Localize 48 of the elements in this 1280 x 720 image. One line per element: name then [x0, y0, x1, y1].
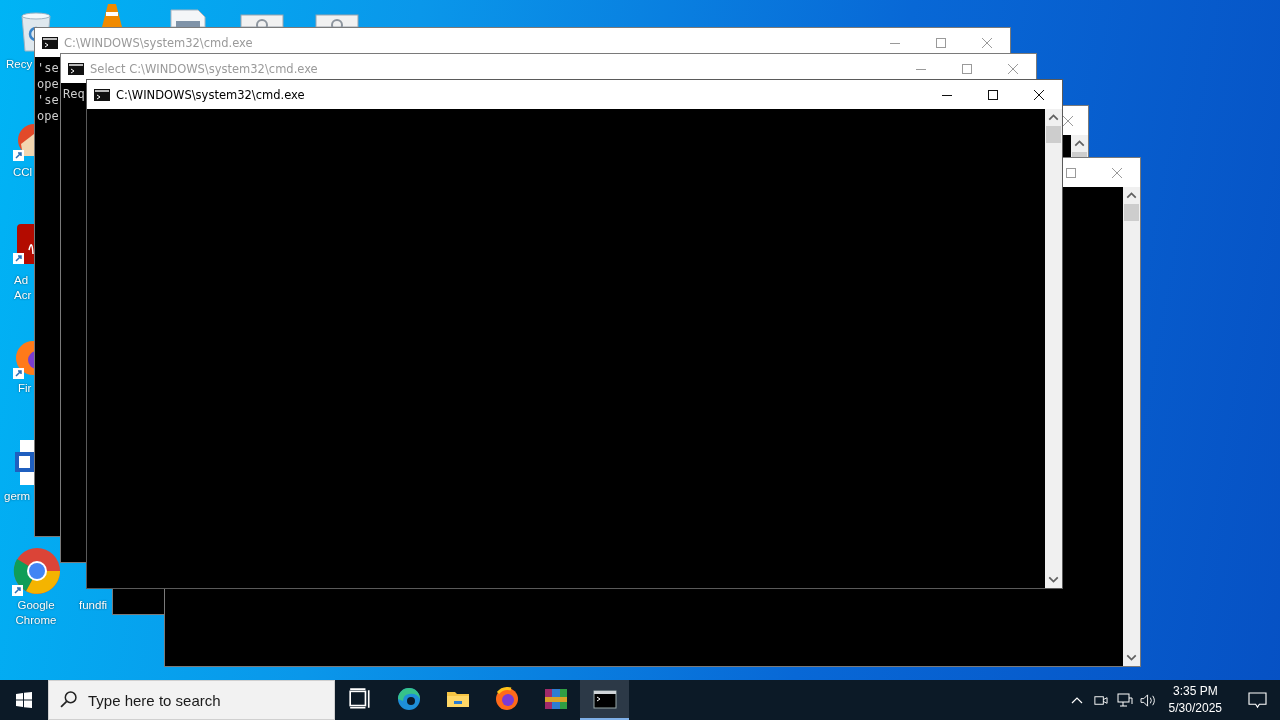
window-title: Select C:\WINDOWS\system32\cmd.exe — [90, 61, 318, 76]
chevron-up-icon[interactable] — [1070, 696, 1083, 704]
close-icon[interactable] — [1034, 89, 1044, 100]
console-icon — [592, 687, 617, 711]
search-field[interactable]: Type here to search — [48, 680, 335, 720]
firefox-icon — [494, 687, 519, 711]
window-title: C:\WINDOWS\system32\cmd.exe — [64, 35, 253, 50]
clock-time: 3:35 PM — [1172, 684, 1218, 699]
icon-label: Ad Acr — [14, 273, 33, 303]
word-document-icon[interactable] — [14, 440, 34, 485]
volume-icon[interactable] — [1140, 692, 1158, 708]
console-line: 'se — [37, 92, 59, 108]
console-line: 'se — [37, 60, 59, 76]
console-icon — [68, 62, 84, 75]
settings-file-icon[interactable] — [240, 14, 284, 27]
pdf-app-icon[interactable] — [13, 224, 34, 266]
traffic-cone-icon[interactable] — [102, 4, 122, 27]
icon-label: Recy — [6, 57, 34, 72]
console-icon — [94, 88, 110, 101]
document-icon[interactable] — [170, 9, 206, 27]
search-icon — [60, 691, 77, 708]
icon-label: Fir — [18, 381, 33, 396]
icon-label: Google Chrome — [14, 598, 58, 628]
clock[interactable]: 3:35 PM 5/30/2025 — [1160, 680, 1230, 720]
scrollbar-thumb[interactable] — [1124, 204, 1139, 221]
windows-logo-icon — [16, 692, 32, 708]
chrome-icon[interactable] — [12, 547, 62, 597]
books-icon — [543, 687, 568, 711]
maximize-icon[interactable] — [988, 89, 998, 100]
scrollbar-thumb[interactable] — [1072, 152, 1087, 157]
edge-icon — [396, 687, 421, 711]
settings-file-icon[interactable] — [315, 14, 359, 27]
scrollbar-thumb[interactable] — [1046, 126, 1061, 143]
console-line: ope — [37, 108, 59, 124]
scrollbar[interactable] — [1123, 187, 1140, 666]
task-view-icon — [347, 687, 372, 711]
network-icon[interactable] — [1116, 692, 1133, 708]
icon-label: germ — [4, 489, 32, 504]
notification-icon[interactable] — [1247, 691, 1267, 709]
icon-label: CCl — [13, 165, 34, 180]
scrollbar[interactable] — [1045, 109, 1062, 588]
console-icon — [42, 36, 58, 49]
console-line: Req — [63, 86, 85, 102]
console-app-button[interactable] — [580, 680, 629, 720]
clock-date: 5/30/2025 — [1168, 701, 1222, 716]
window-title: C:\WINDOWS\system32\cmd.exe — [116, 87, 305, 102]
icon-label: fundfi — [79, 598, 109, 613]
console-line: ope — [37, 76, 59, 92]
